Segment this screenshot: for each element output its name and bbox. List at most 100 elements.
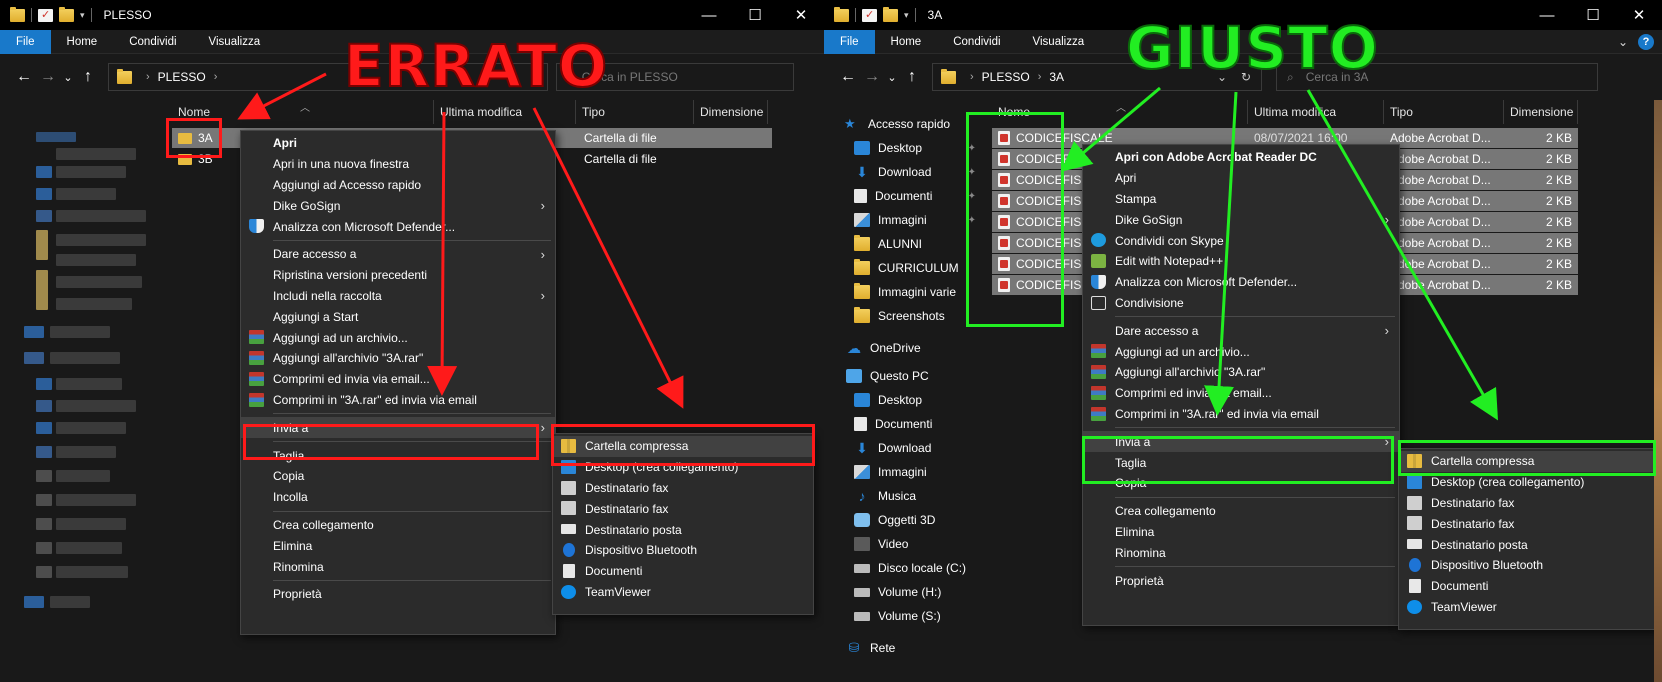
back-arrow-icon[interactable]: ← bbox=[12, 68, 36, 86]
tab-file[interactable]: File bbox=[0, 29, 51, 54]
column-header-type[interactable]: Tipo bbox=[576, 100, 694, 124]
nav-item-alunni[interactable]: ALUNNI bbox=[824, 232, 984, 256]
menu-item-proprieta[interactable]: Proprietà bbox=[1083, 570, 1399, 591]
nav-item-screenshots[interactable]: Screenshots bbox=[824, 304, 984, 328]
close-icon[interactable]: ✕ bbox=[778, 0, 824, 30]
menu-item-destinatario-fax[interactable]: Destinatario fax bbox=[553, 478, 813, 499]
menu-item-rinomina[interactable]: Rinomina bbox=[241, 556, 555, 577]
menu-item-condivisione[interactable]: Condivisione bbox=[1083, 293, 1399, 314]
tab-home[interactable]: Home bbox=[51, 30, 114, 54]
recent-locations-chevron-icon[interactable]: ⌄ bbox=[884, 71, 900, 84]
column-header-modified[interactable]: Ultima modifica bbox=[1248, 100, 1384, 124]
menu-item-comprimi-in-3a-rar-ed-invia-via-email[interactable]: Comprimi in "3A.rar" ed invia via email bbox=[241, 390, 555, 411]
column-header-size[interactable]: Dimensione bbox=[1504, 100, 1578, 124]
nav-item-download[interactable]: ⬇ Download bbox=[824, 436, 984, 460]
minimize-icon[interactable]: — bbox=[686, 0, 732, 30]
menu-item-edit-with-notepad[interactable]: Edit with Notepad++ bbox=[1083, 251, 1399, 272]
menu-item-aggiungi-ad-un-archivio[interactable]: Aggiungi ad un archivio... bbox=[241, 327, 555, 348]
menu-item-teamviewer[interactable]: TeamViewer bbox=[553, 582, 813, 603]
nav-item-volume-h[interactable]: Volume (H:) bbox=[824, 580, 984, 604]
nav-item-volume-s[interactable]: Volume (S:) bbox=[824, 604, 984, 628]
nav-item-immagini[interactable]: Immagini ✦ bbox=[824, 208, 984, 232]
menu-item-dispositivo-bluetooth[interactable]: Dispositivo Bluetooth bbox=[553, 540, 813, 561]
nav-item-video[interactable]: Video bbox=[824, 532, 984, 556]
menu-item-elimina[interactable]: Elimina bbox=[241, 535, 555, 556]
new-folder-icon[interactable] bbox=[59, 6, 74, 22]
customize-toolbar-icon[interactable]: ▾ bbox=[904, 10, 909, 21]
menu-item-apri-con-adobe-acrobat-reader-dc[interactable]: Apri con Adobe Acrobat Reader DC bbox=[1083, 147, 1399, 168]
nav-item-onedrive[interactable]: ☁ OneDrive bbox=[824, 336, 984, 360]
tab-view[interactable]: Visualizza bbox=[193, 30, 277, 54]
new-folder-icon[interactable] bbox=[883, 6, 898, 22]
properties-icon[interactable] bbox=[38, 8, 53, 22]
nav-item-download[interactable]: ⬇ Download ✦ bbox=[824, 160, 984, 184]
tab-share[interactable]: Condividi bbox=[113, 30, 192, 54]
menu-item-comprimi-in-3a-rar-ed-invia-via-email[interactable]: Comprimi in "3A.rar" ed invia via email bbox=[1083, 404, 1399, 425]
menu-item-rinomina[interactable]: Rinomina bbox=[1083, 542, 1399, 563]
recent-locations-chevron-icon[interactable]: ⌄ bbox=[60, 71, 76, 84]
menu-item-aggiungi-a-start[interactable]: Aggiungi a Start bbox=[241, 306, 555, 327]
nav-item-immagini[interactable]: Immagini bbox=[824, 460, 984, 484]
column-header-modified[interactable]: Ultima modifica bbox=[434, 100, 576, 124]
maximize-icon[interactable]: ☐ bbox=[1570, 0, 1616, 30]
nav-item-disco-locale-c[interactable]: Disco locale (C:) bbox=[824, 556, 984, 580]
menu-item-crea-collegamento[interactable]: Crea collegamento bbox=[1083, 501, 1399, 522]
tab-home[interactable]: Home bbox=[875, 30, 938, 54]
menu-item-destinatario-posta[interactable]: Destinatario posta bbox=[553, 519, 813, 540]
menu-item-crea-collegamento[interactable]: Crea collegamento bbox=[241, 515, 555, 536]
nav-item-questo-pc[interactable]: Questo PC bbox=[824, 364, 984, 388]
forward-arrow-icon[interactable]: → bbox=[36, 68, 60, 86]
menu-item-apri[interactable]: Apri bbox=[1083, 168, 1399, 189]
properties-icon[interactable] bbox=[862, 8, 877, 22]
menu-item-aggiungi-all-archivio-3a-rar[interactable]: Aggiungi all'archivio "3A.rar" bbox=[1083, 362, 1399, 383]
menu-item-dike-gosign[interactable]: Dike GoSign › bbox=[241, 195, 555, 216]
breadcrumb-plesso[interactable]: PLESSO bbox=[158, 70, 206, 84]
nav-item-documenti[interactable]: Documenti ✦ bbox=[824, 184, 984, 208]
menu-item-dike-gosign[interactable]: Dike GoSign › bbox=[1083, 209, 1399, 230]
menu-item-destinatario-fax[interactable]: Destinatario fax bbox=[1399, 493, 1655, 514]
menu-item-dare-accesso-a[interactable]: Dare accesso a › bbox=[1083, 320, 1399, 341]
menu-item-apri[interactable]: Apri bbox=[241, 133, 555, 154]
column-header-size[interactable]: Dimensione bbox=[694, 100, 768, 124]
menu-item-documenti[interactable]: Documenti bbox=[553, 561, 813, 582]
menu-item-includi-nella-raccolta[interactable]: Includi nella raccolta › bbox=[241, 286, 555, 307]
menu-item-ripristina-versioni-precedenti[interactable]: Ripristina versioni precedenti bbox=[241, 265, 555, 286]
nav-item-immagini-varie[interactable]: Immagini varie bbox=[824, 280, 984, 304]
forward-arrow-icon[interactable]: → bbox=[860, 68, 884, 86]
menu-item-incolla[interactable]: Incolla bbox=[241, 487, 555, 508]
menu-item-aggiungi-ad-accesso-rapido[interactable]: Aggiungi ad Accesso rapido bbox=[241, 175, 555, 196]
nav-item-rete[interactable]: ⛁ Rete bbox=[824, 636, 984, 660]
help-icon[interactable]: ? bbox=[1638, 34, 1654, 50]
close-icon[interactable]: ✕ bbox=[1616, 0, 1662, 30]
menu-item-destinatario-posta[interactable]: Destinatario posta bbox=[1399, 534, 1655, 555]
menu-item-analizza-con-microsoft-defender[interactable]: Analizza con Microsoft Defender... bbox=[241, 216, 555, 237]
nav-item-oggetti-3d[interactable]: Oggetti 3D bbox=[824, 508, 984, 532]
menu-item-condividi-con-skype[interactable]: Condividi con Skype bbox=[1083, 230, 1399, 251]
column-header-type[interactable]: Tipo bbox=[1384, 100, 1504, 124]
menu-item-destinatario-fax[interactable]: Destinatario fax bbox=[1399, 513, 1655, 534]
maximize-icon[interactable]: ☐ bbox=[732, 0, 778, 30]
menu-item-comprimi-ed-invia-via-email[interactable]: Comprimi ed invia via email... bbox=[241, 369, 555, 390]
nav-item-desktop[interactable]: Desktop ✦ bbox=[824, 136, 984, 160]
menu-item-destinatario-fax[interactable]: Destinatario fax bbox=[553, 498, 813, 519]
tab-file[interactable]: File bbox=[824, 29, 875, 54]
menu-item-aggiungi-ad-un-archivio[interactable]: Aggiungi ad un archivio... bbox=[1083, 341, 1399, 362]
tab-view[interactable]: Visualizza bbox=[1017, 30, 1101, 54]
nav-item-accesso-rapido[interactable]: ★ Accesso rapido bbox=[824, 112, 984, 136]
minimize-icon[interactable]: — bbox=[1524, 0, 1570, 30]
menu-item-elimina[interactable]: Elimina bbox=[1083, 522, 1399, 543]
menu-item-stampa[interactable]: Stampa bbox=[1083, 189, 1399, 210]
menu-item-comprimi-ed-invia-via-email[interactable]: Comprimi ed invia via email... bbox=[1083, 383, 1399, 404]
up-arrow-icon[interactable]: ↑ bbox=[76, 68, 100, 86]
menu-item-aggiungi-all-archivio-3a-rar[interactable]: Aggiungi all'archivio "3A.rar" bbox=[241, 348, 555, 369]
menu-item-teamviewer[interactable]: TeamViewer bbox=[1399, 597, 1655, 618]
nav-item-desktop[interactable]: Desktop bbox=[824, 388, 984, 412]
up-arrow-icon[interactable]: ↑ bbox=[900, 68, 924, 86]
menu-item-proprieta[interactable]: Proprietà bbox=[241, 584, 555, 605]
menu-item-copia[interactable]: Copia bbox=[241, 466, 555, 487]
back-arrow-icon[interactable]: ← bbox=[836, 68, 860, 86]
customize-toolbar-icon[interactable]: ▾ bbox=[80, 10, 85, 21]
breadcrumb-plesso[interactable]: PLESSO bbox=[982, 70, 1030, 84]
menu-item-dare-accesso-a[interactable]: Dare accesso a › bbox=[241, 244, 555, 265]
menu-item-analizza-con-microsoft-defender[interactable]: Analizza con Microsoft Defender... bbox=[1083, 272, 1399, 293]
